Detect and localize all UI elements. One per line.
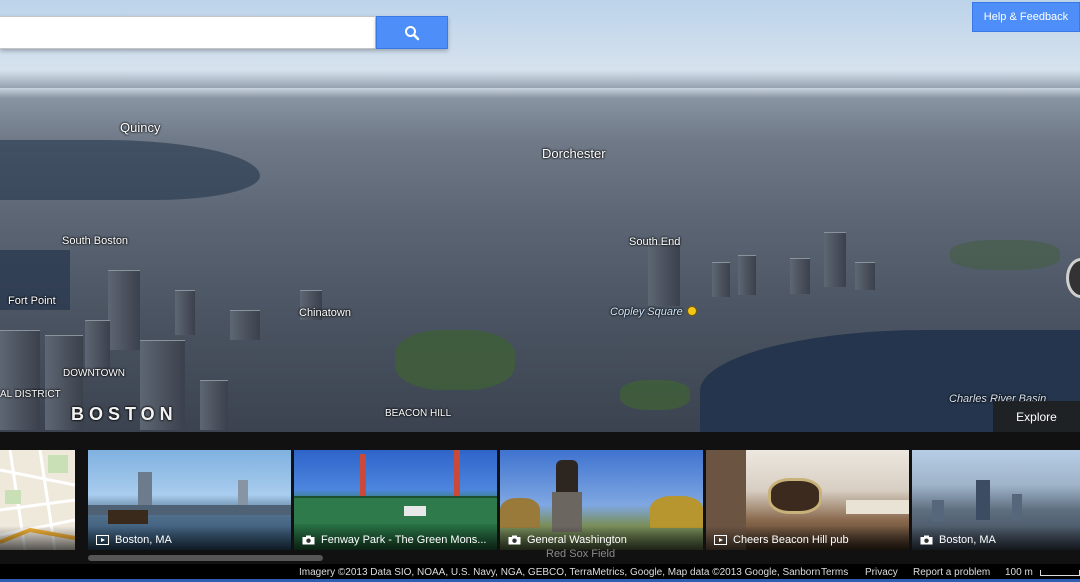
building [85, 320, 110, 375]
map-label-beacon-hill: BEACON HILL [385, 408, 452, 419]
building [790, 258, 810, 294]
building [108, 270, 140, 350]
filmstrip: Boston, MA Fenway Park - The Green Mons.… [0, 432, 1080, 564]
privacy-link[interactable]: Privacy [865, 567, 898, 578]
photo-tower [1012, 494, 1022, 520]
photo-statue [556, 460, 578, 492]
photo-green-monster [294, 496, 497, 524]
filmstrip-item-general-washington[interactable]: General Washington [500, 450, 703, 550]
building [712, 262, 730, 297]
search-input[interactable] [0, 17, 375, 48]
filmstrip-item-cheers[interactable]: Cheers Beacon Hill pub [706, 450, 909, 550]
attribution-text: Imagery ©2013 Data SIO, NOAA, U.S. Navy,… [299, 567, 821, 578]
park-esplanade [620, 380, 690, 410]
photo-tower [976, 480, 990, 520]
camera-icon [302, 535, 315, 545]
terms-link[interactable]: Terms [821, 567, 848, 578]
photo-tower [932, 500, 944, 522]
photo-sign [404, 506, 426, 516]
video-icon [96, 535, 109, 545]
filmstrip-item-map[interactable] [0, 450, 75, 550]
map-label-chinatown: Chinatown [299, 307, 351, 319]
poi-marker-icon[interactable] [686, 306, 697, 316]
filmstrip-caption: Cheers Beacon Hill pub [706, 526, 909, 550]
help-feedback-button[interactable]: Help & Feedback [972, 2, 1080, 32]
building [200, 380, 228, 430]
map-label-financial-district: AL DISTRICT [0, 389, 61, 400]
camera-icon [920, 535, 933, 545]
building [738, 255, 756, 295]
filmstrip-caption: Fenway Park - The Green Mons... [294, 526, 497, 550]
photo-hampshire-sign [846, 500, 909, 514]
map-label-fort-point: Fort Point [8, 295, 56, 307]
map-label-south-end: South End [629, 236, 681, 248]
filmstrip-caption [0, 526, 75, 550]
search-box[interactable] [0, 16, 376, 49]
filmstrip-item-boston-video[interactable]: Boston, MA [88, 450, 291, 550]
photo-light-tower [360, 454, 366, 496]
scale-bar [1040, 570, 1080, 576]
maps-window: Quincy Dorchester South Boston South End… [0, 0, 1080, 582]
filmstrip-item-boston-aerial[interactable]: Boston, MA [912, 450, 1080, 550]
search-icon [405, 25, 420, 40]
filmstrip-item-fenway[interactable]: Fenway Park - The Green Mons... [294, 450, 497, 550]
park-boston-common [395, 330, 515, 390]
building [0, 330, 40, 430]
map-label-quincy: Quincy [120, 120, 161, 135]
poi-label: Copley Square [610, 306, 683, 318]
photo-light-tower [454, 450, 460, 496]
camera-icon [508, 535, 521, 545]
filmstrip-caption: General Washington [500, 526, 703, 550]
horizon-haze [0, 88, 1080, 98]
filmstrip-scrollbar[interactable] [88, 555, 323, 561]
search-button[interactable] [376, 16, 448, 49]
map-poi-copley-square[interactable]: Copley Square [610, 306, 697, 318]
park-fenway [950, 240, 1060, 270]
photo-boat [108, 510, 148, 524]
building [230, 310, 260, 340]
water-quincy-bay [0, 140, 260, 200]
map-label-boston: BOSTON [71, 404, 178, 424]
building-prudential [824, 232, 846, 287]
compass-icon[interactable] [1066, 258, 1080, 298]
photo-cheers-sign [768, 478, 822, 514]
filmstrip-caption: Boston, MA [912, 526, 1080, 550]
earth-3d-map[interactable]: Quincy Dorchester South Boston South End… [0, 0, 1080, 432]
photo-tree [500, 498, 540, 528]
map-label-downtown: DOWNTOWN [63, 368, 126, 379]
video-icon [714, 535, 727, 545]
building [175, 290, 195, 335]
filmstrip-overlay-text: Red Sox Field [546, 548, 616, 560]
filmstrip-caption: Boston, MA [88, 526, 291, 550]
scale-label: 100 m [1005, 567, 1033, 578]
building-hancock [648, 244, 680, 306]
map-label-dorchester: Dorchester [542, 146, 606, 161]
explore-button[interactable]: Explore [993, 401, 1080, 432]
map-label-south-boston: South Boston [62, 235, 129, 247]
photo-tree [650, 496, 703, 528]
building [855, 262, 875, 290]
report-problem-link[interactable]: Report a problem [913, 567, 990, 578]
